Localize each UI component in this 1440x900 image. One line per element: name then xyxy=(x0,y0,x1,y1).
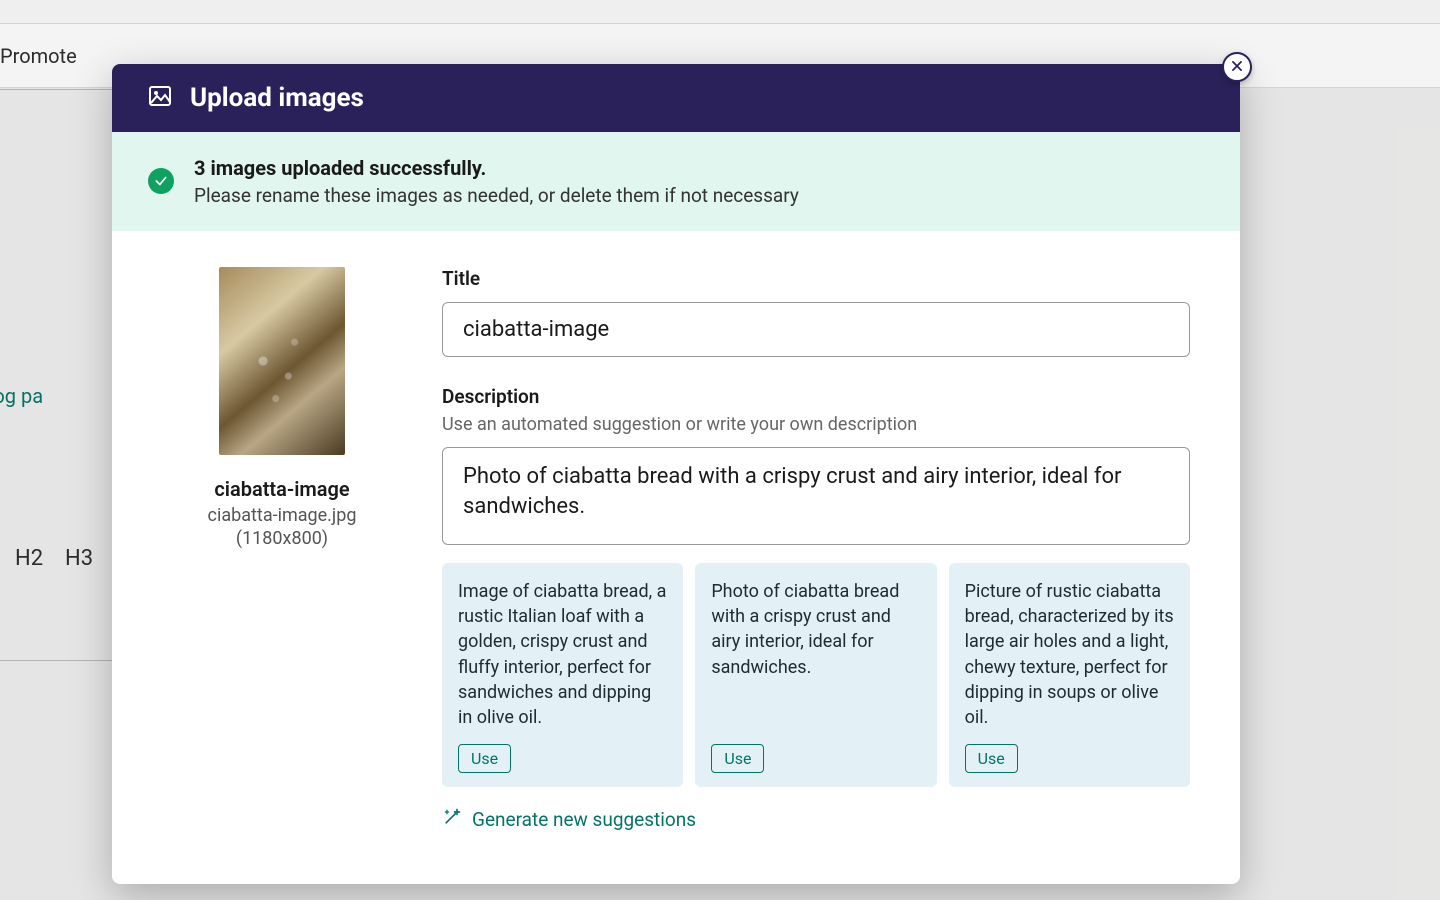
image-dimensions: (1180x800) xyxy=(162,528,402,549)
use-suggestion-button[interactable]: Use xyxy=(458,744,511,773)
image-display-name: ciabatta-image xyxy=(162,477,402,501)
title-label: Title xyxy=(442,267,1190,290)
close-button[interactable] xyxy=(1222,52,1252,82)
suggestion-text: Image of ciabatta bread, a rustic Italia… xyxy=(458,579,667,730)
modal-title: Upload images xyxy=(190,83,364,113)
image-form-column: Title Description Use an automated sugge… xyxy=(442,267,1190,832)
image-file-name: ciabatta-image.jpg xyxy=(162,505,402,526)
suggestion-text: Photo of ciabatta bread with a crispy cr… xyxy=(711,579,920,680)
suggestions-row: Image of ciabatta bread, a rustic Italia… xyxy=(442,563,1190,787)
modal-header: Upload images xyxy=(112,64,1240,132)
description-input[interactable] xyxy=(442,447,1190,545)
suggestion-card: Photo of ciabatta bread with a crispy cr… xyxy=(695,563,936,787)
generate-suggestions-label: Generate new suggestions xyxy=(472,808,696,831)
image-preview-column: ciabatta-image ciabatta-image.jpg (1180x… xyxy=(162,267,402,832)
generate-suggestions-button[interactable]: Generate new suggestions xyxy=(442,807,1190,832)
magic-wand-icon xyxy=(442,807,462,832)
description-label: Description xyxy=(442,385,1190,408)
suggestion-text: Picture of rustic ciabatta bread, charac… xyxy=(965,579,1174,730)
suggestion-card: Image of ciabatta bread, a rustic Italia… xyxy=(442,563,683,787)
success-banner: 3 images uploaded successfully. Please r… xyxy=(112,132,1240,231)
success-body: Please rename these images as needed, or… xyxy=(194,184,799,207)
use-suggestion-button[interactable]: Use xyxy=(711,744,764,773)
upload-images-modal: Upload images 3 images uploaded successf… xyxy=(112,64,1240,884)
image-thumbnail[interactable] xyxy=(219,267,345,455)
image-icon xyxy=(148,84,172,112)
description-hint: Use an automated suggestion or write you… xyxy=(442,414,1190,435)
success-title: 3 images uploaded successfully. xyxy=(194,156,799,180)
close-icon xyxy=(1230,58,1244,77)
check-circle-icon xyxy=(148,168,174,194)
modal-body: ciabatta-image ciabatta-image.jpg (1180x… xyxy=(112,231,1240,852)
suggestion-card: Picture of rustic ciabatta bread, charac… xyxy=(949,563,1190,787)
use-suggestion-button[interactable]: Use xyxy=(965,744,1018,773)
title-input[interactable] xyxy=(442,302,1190,357)
success-text: 3 images uploaded successfully. Please r… xyxy=(194,156,799,207)
